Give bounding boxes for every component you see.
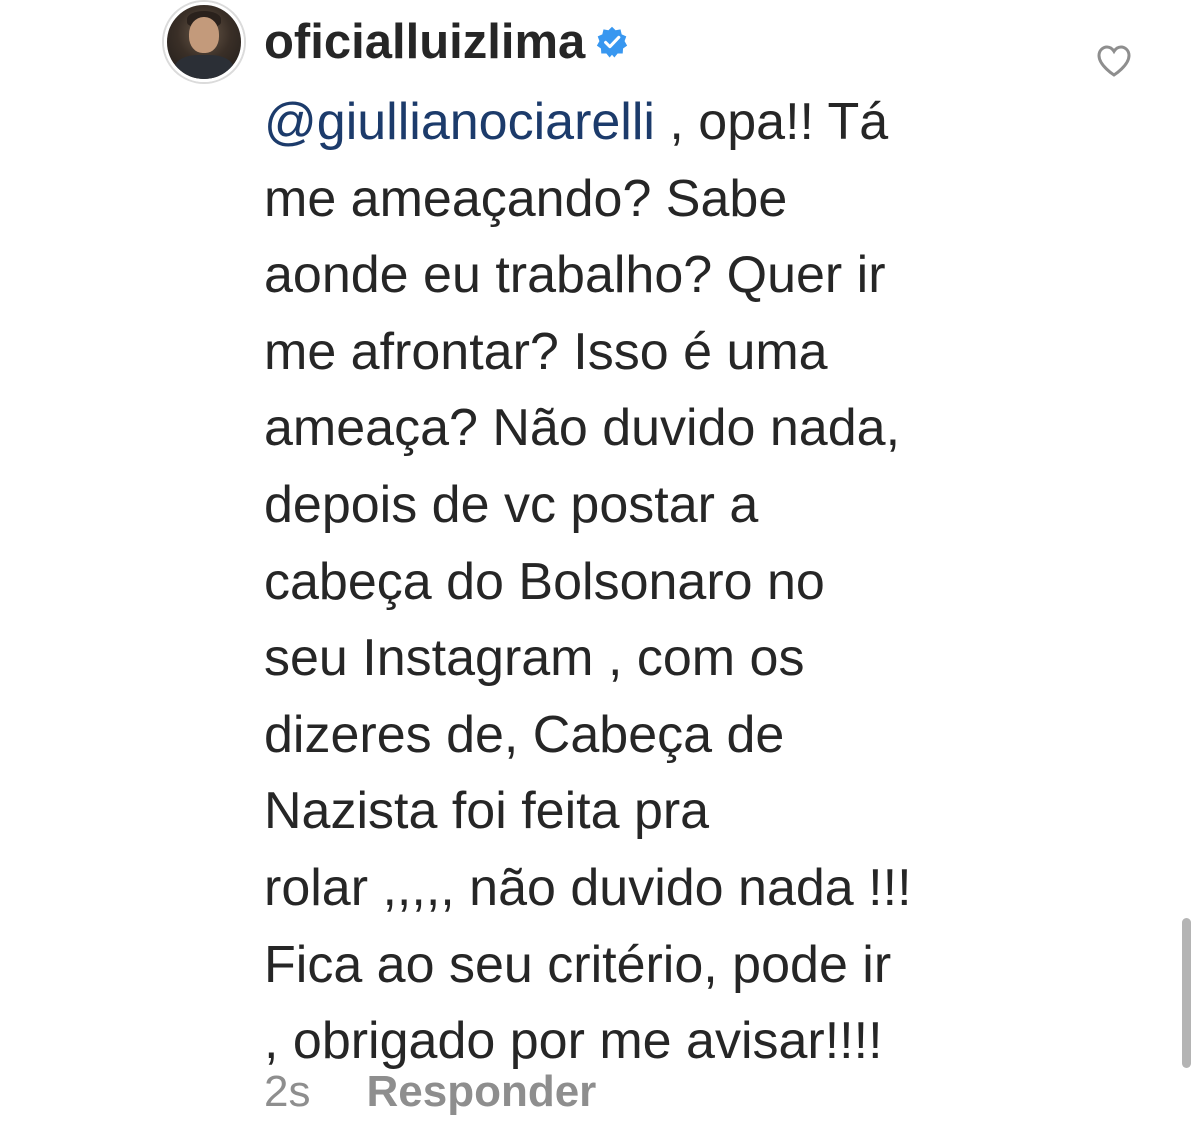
comment-line: aonde eu trabalho? Quer ir — [264, 246, 886, 305]
comment-container: oficialluizlima @giullianociarelli , opa… — [0, 0, 1200, 1138]
comment-line: @giullianociarelli , opa!! Tá — [264, 84, 1164, 161]
comment-timestamp: 2s — [264, 1067, 311, 1116]
comment-text: @giullianociarelli , opa!! Tá me ameaçan… — [264, 84, 1164, 1080]
comment-footer: 2s Responder — [264, 1062, 596, 1122]
comment-line: me ameaçando? Sabe — [264, 169, 788, 228]
avatar-face — [189, 17, 219, 53]
comment-line: dizeres de, Cabeça de — [264, 705, 785, 764]
scrollbar-thumb[interactable] — [1182, 918, 1191, 1068]
avatar-suit — [175, 55, 233, 79]
like-heart-icon[interactable] — [1096, 44, 1132, 78]
user-avatar[interactable] — [164, 2, 244, 82]
comment-header: oficialluizlima — [264, 12, 629, 72]
verified-badge-icon — [597, 26, 628, 58]
comment-line: me afrontar? Isso é uma — [264, 322, 828, 381]
comment-line: Fica ao seu critério, pode ir — [264, 935, 892, 994]
comment-line-text: , opa!! Tá — [654, 93, 889, 151]
comment-line: Nazista foi feita pra — [264, 782, 710, 841]
comment-line: depois de vc postar a — [264, 475, 759, 534]
comment-line: rolar ,,,,, não duvido nada !!! — [264, 858, 912, 917]
reply-button[interactable]: Responder — [366, 1067, 596, 1117]
comment-line: seu Instagram , com os — [264, 629, 805, 688]
mention-link[interactable]: @giullianociarelli — [264, 93, 655, 151]
comment-line: ameaça? Não duvido nada, — [264, 399, 901, 458]
username[interactable]: oficialluizlima — [264, 12, 585, 72]
comment-line: cabeça do Bolsonaro no — [264, 552, 825, 611]
